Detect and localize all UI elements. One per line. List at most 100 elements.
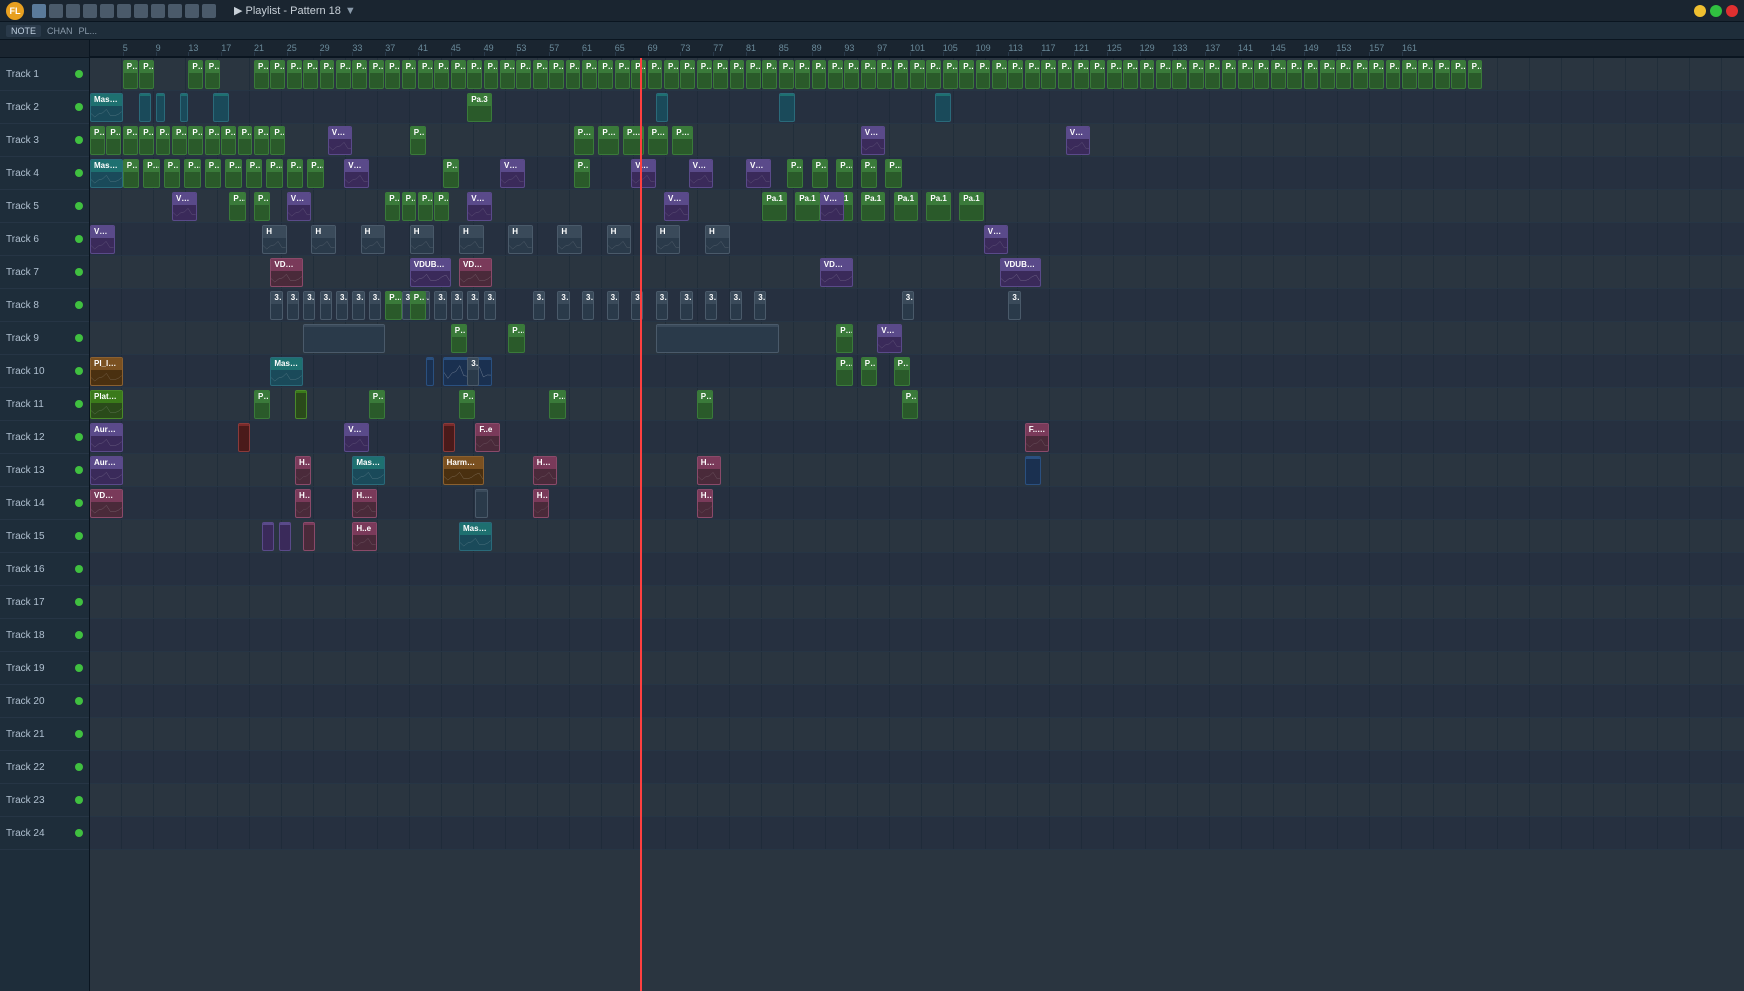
clip-1-869[interactable]: Pa..3 [959, 60, 974, 89]
clip-8-566[interactable]: 3 [656, 291, 668, 320]
tool-magnet[interactable] [49, 4, 63, 18]
clip-3-164[interactable]: Pa.4 [254, 126, 269, 155]
timeline-area[interactable]: 5913172125293337414549535761656973778185… [90, 40, 1744, 991]
clip-2-0[interactable]: Massi_velope [90, 93, 123, 122]
clip-1-98[interactable]: Pa..5 [188, 60, 203, 89]
clip-8-230[interactable]: 3 [320, 291, 332, 320]
track-row-20[interactable] [90, 685, 1744, 718]
clip-1-1099[interactable]: Pa..7 [1189, 60, 1204, 89]
clip-4-53[interactable]: Pa.7 [143, 159, 159, 188]
clip-9-213[interactable] [303, 324, 385, 353]
clip-4-156[interactable]: Pa.7 [246, 159, 262, 188]
tool-erase[interactable] [100, 4, 114, 18]
clip-4-176[interactable]: Pa.7 [266, 159, 282, 188]
clip-1-377[interactable]: Pa..7 [467, 60, 482, 89]
clip-4-135[interactable]: Pa.7 [225, 159, 241, 188]
clip-1-853[interactable]: Pa..1 [943, 60, 958, 89]
clip-3-533[interactable]: Pa.4 [623, 126, 644, 155]
clip-1-525[interactable]: Pa..1 [615, 60, 630, 89]
clip-5-312[interactable]: Pa.1 [402, 192, 417, 221]
clip-5-344[interactable]: Pa.1 [434, 192, 449, 221]
clip-9-566[interactable] [656, 324, 779, 353]
clip-1-1312[interactable]: Pa..1 [1402, 60, 1417, 89]
clip-1-722[interactable]: Pa..1 [812, 60, 827, 89]
clip-3-484[interactable]: Pa.4 [574, 126, 595, 155]
clip-5-672[interactable]: Pa.1 [762, 192, 787, 221]
track-row-19[interactable] [90, 652, 1744, 685]
clip-4-197[interactable]: Pa.7 [287, 159, 303, 188]
clip-3-238[interactable]: V_49 [328, 126, 353, 155]
clip-10-804[interactable]: Pa.. [894, 357, 910, 386]
clip-4-74[interactable]: Pa.7 [164, 159, 180, 188]
clip-8-443[interactable]: 3 [533, 291, 545, 320]
clip-11-607[interactable]: Pa.2 [697, 390, 713, 419]
clip-1-279[interactable]: Pa..3 [369, 60, 384, 89]
clip-1-1345[interactable]: Pa..5 [1435, 60, 1450, 89]
clip-1-738[interactable]: Pa..3 [828, 60, 843, 89]
clip-14-443[interactable]: H..e [533, 489, 549, 518]
clip-8-590[interactable]: 3 [680, 291, 692, 320]
close-button[interactable] [1726, 5, 1738, 17]
clip-1-574[interactable]: Pa..7 [664, 60, 679, 89]
track-row-10[interactable]: PI_lopeMassi_velp3Pa.7Pa.4Pa.. [90, 355, 1744, 388]
tool-settings[interactable] [202, 4, 216, 18]
clip-3-115[interactable]: Pa.4 [205, 126, 220, 155]
clip-4-771[interactable]: Pa.7 [861, 159, 877, 188]
clip-8-262[interactable]: 3 [352, 291, 364, 320]
clip-1-1361[interactable]: Pa..7 [1451, 60, 1466, 89]
track-header-24[interactable]: Track 24 [0, 817, 89, 850]
dropdown-arrow[interactable]: ▼ [345, 5, 356, 17]
clip-1-1050[interactable]: Pa..1 [1140, 60, 1155, 89]
clip-7-180[interactable]: VDU_elope [270, 258, 303, 287]
track-header-22[interactable]: Track 22 [0, 751, 89, 784]
track-header-10[interactable]: Track 10 [0, 355, 89, 388]
clip-4-795[interactable]: Pa.7 [885, 159, 901, 188]
clip-4-656[interactable]: V_49 [746, 159, 771, 188]
clip-1-443[interactable]: Pa..7 [533, 60, 548, 89]
clip-1-672[interactable]: Pa..3 [762, 60, 777, 89]
clip-3-148[interactable]: Pa.4 [238, 126, 253, 155]
clip-11-279[interactable]: Pa.2 [369, 390, 385, 419]
clip-13-205[interactable]: H..e [295, 456, 311, 485]
clip-6-221[interactable]: H [311, 225, 336, 254]
clip-7-369[interactable]: VDU_elope [459, 258, 492, 287]
clip-5-377[interactable]: V_49 [467, 192, 492, 221]
track-row-3[interactable]: Pa.4Pa.4Pa.4Pa.4Pa.4Pa.4Pa.4Pa.4Pa.4Pa.4… [90, 124, 1744, 157]
tab-note[interactable]: NOTE [6, 25, 41, 37]
clip-5-197[interactable]: V_49 [287, 192, 312, 221]
clip-1-1263[interactable]: Pa..3 [1353, 60, 1368, 89]
clip-5-164[interactable]: Pa.0 [254, 192, 270, 221]
clip-1-115[interactable]: Pa..7 [205, 60, 220, 89]
clip-15-213[interactable] [303, 522, 315, 551]
clip-12-254[interactable]: V_49 [344, 423, 369, 452]
clip-10-336[interactable] [426, 357, 434, 386]
clip-1-705[interactable]: Pa..7 [795, 60, 810, 89]
clip-1-902[interactable]: Pa..7 [992, 60, 1007, 89]
track-row-17[interactable] [90, 586, 1744, 619]
clip-2-566[interactable] [656, 93, 668, 122]
clip-2-689[interactable] [779, 93, 795, 122]
clip-5-574[interactable]: V_49 [664, 192, 689, 221]
clip-8-377[interactable]: 3 [467, 291, 479, 320]
track-header-17[interactable]: Track 17 [0, 586, 89, 619]
clip-9-418[interactable]: Pa.1 [508, 324, 524, 353]
clip-9-361[interactable]: Pa.1 [451, 324, 467, 353]
clip-5-139[interactable]: Pa.0 [229, 192, 245, 221]
clip-4-254[interactable]: V_49 [344, 159, 369, 188]
clip-1-1132[interactable]: Pa..3 [1222, 60, 1237, 89]
clip-3-49[interactable]: Pa.4 [139, 126, 154, 155]
clip-1-1181[interactable]: Pa..1 [1271, 60, 1286, 89]
track-row-23[interactable] [90, 784, 1744, 817]
clip-1-492[interactable]: Pa..5 [582, 60, 597, 89]
track-row-9[interactable]: Pa.1Pa.1Pa.4V_49 [90, 322, 1744, 355]
clip-1-164[interactable]: Pa..5 [254, 60, 269, 89]
clip-8-541[interactable]: 3 [631, 291, 643, 320]
clip-1-1378[interactable]: Pa..1 [1468, 60, 1483, 89]
clip-6-467[interactable]: H [557, 225, 582, 254]
clip-1-607[interactable]: Pa..3 [697, 60, 712, 89]
clip-3-976[interactable]: V_49 [1066, 126, 1091, 155]
clip-3-320[interactable]: Pa.0 [410, 126, 426, 155]
clip-4-599[interactable]: V_49 [689, 159, 714, 188]
clip-1-754[interactable]: Pa..5 [844, 60, 859, 89]
clip-12-935[interactable]: F..pe [1025, 423, 1050, 452]
